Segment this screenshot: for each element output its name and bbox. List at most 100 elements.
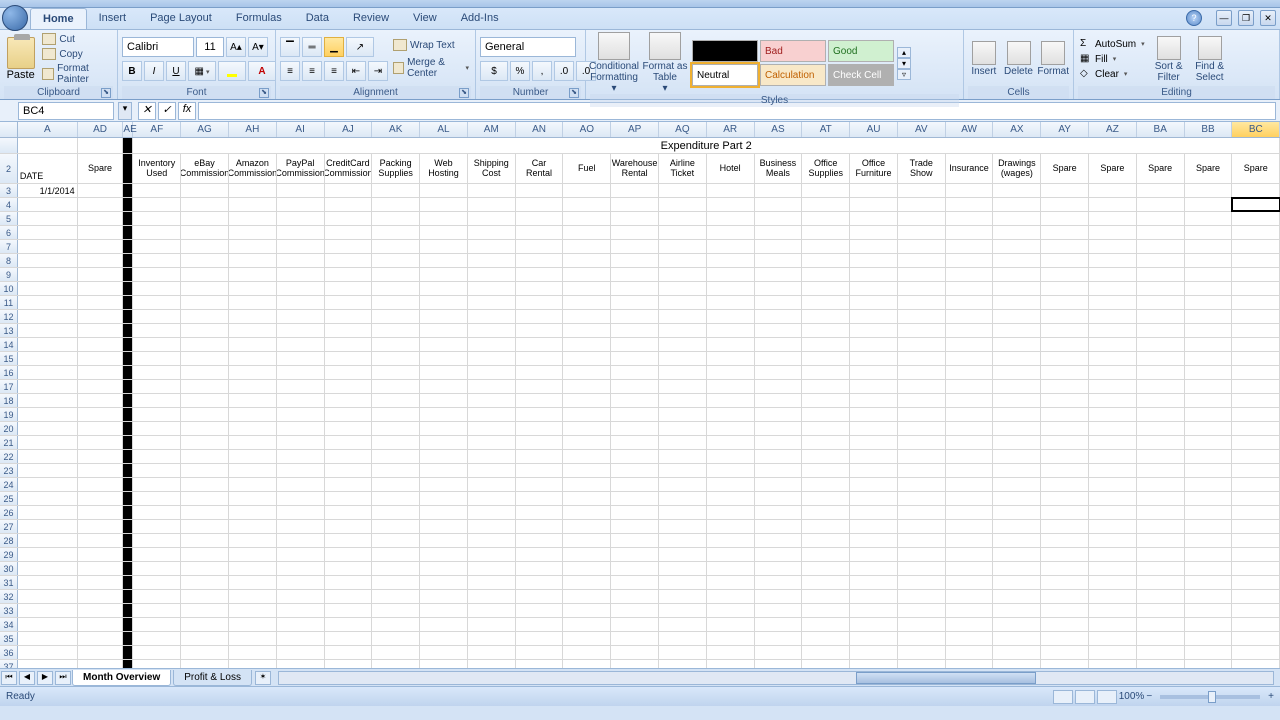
cell[interactable]: [229, 212, 277, 225]
cell[interactable]: [1089, 254, 1137, 267]
cell[interactable]: [18, 380, 78, 393]
cell[interactable]: [181, 576, 229, 589]
cell[interactable]: [1089, 226, 1137, 239]
cell[interactable]: [181, 352, 229, 365]
column-header-AK[interactable]: AK: [372, 122, 420, 137]
cell[interactable]: [755, 394, 803, 407]
cell[interactable]: [755, 380, 803, 393]
header-cell[interactable]: Spare: [1137, 154, 1185, 183]
cell[interactable]: [1041, 324, 1089, 337]
cell[interactable]: [516, 408, 564, 421]
cell[interactable]: [372, 254, 420, 267]
percent-button[interactable]: %: [510, 61, 530, 81]
cell[interactable]: [181, 618, 229, 631]
cell[interactable]: [1041, 436, 1089, 449]
styles-expand[interactable]: ▿: [897, 69, 911, 80]
cell[interactable]: [802, 310, 850, 323]
cell[interactable]: [123, 450, 133, 463]
cell[interactable]: [898, 394, 946, 407]
cell[interactable]: [1041, 198, 1089, 211]
sheet-tab-month-overview[interactable]: Month Overview: [72, 670, 171, 686]
cell[interactable]: [659, 212, 707, 225]
cell[interactable]: [1137, 282, 1185, 295]
cell[interactable]: [420, 226, 468, 239]
align-bottom-button[interactable]: ▁: [324, 37, 344, 57]
cell[interactable]: [563, 576, 611, 589]
cell[interactable]: [993, 576, 1041, 589]
cell[interactable]: [707, 436, 755, 449]
cell[interactable]: [898, 646, 946, 659]
cell[interactable]: [755, 240, 803, 253]
cell[interactable]: [123, 184, 133, 197]
cell[interactable]: [1232, 240, 1280, 253]
cell[interactable]: [1185, 422, 1233, 435]
cell[interactable]: [611, 380, 659, 393]
cell[interactable]: [229, 352, 277, 365]
column-header-AR[interactable]: AR: [707, 122, 755, 137]
cell[interactable]: [1232, 548, 1280, 561]
cell[interactable]: [1232, 618, 1280, 631]
cell[interactable]: [611, 576, 659, 589]
column-header-BB[interactable]: BB: [1185, 122, 1233, 137]
cell[interactable]: [468, 436, 516, 449]
cell[interactable]: [755, 268, 803, 281]
cell[interactable]: [1232, 268, 1280, 281]
cell[interactable]: [516, 310, 564, 323]
cell[interactable]: [325, 534, 373, 547]
cell[interactable]: [468, 184, 516, 197]
cell[interactable]: [133, 548, 181, 561]
cell[interactable]: [611, 478, 659, 491]
cell[interactable]: [78, 604, 124, 617]
cell[interactable]: [1089, 394, 1137, 407]
cell[interactable]: [563, 646, 611, 659]
cell[interactable]: [133, 660, 181, 668]
cell[interactable]: [1232, 184, 1280, 197]
cell[interactable]: [372, 436, 420, 449]
cell[interactable]: [181, 660, 229, 668]
cell[interactable]: [516, 268, 564, 281]
cell[interactable]: [1137, 562, 1185, 575]
cell[interactable]: [1089, 184, 1137, 197]
cell[interactable]: [707, 338, 755, 351]
cell[interactable]: [611, 436, 659, 449]
cell[interactable]: [18, 548, 78, 561]
cell[interactable]: [18, 660, 78, 668]
cell[interactable]: [229, 324, 277, 337]
font-name-input[interactable]: [122, 37, 194, 57]
cell[interactable]: [420, 282, 468, 295]
cell[interactable]: [516, 660, 564, 668]
cell[interactable]: [325, 324, 373, 337]
row-header-27[interactable]: 27: [0, 520, 18, 533]
cell[interactable]: [802, 506, 850, 519]
cell[interactable]: [1232, 338, 1280, 351]
column-header-A[interactable]: A: [18, 122, 78, 137]
cell[interactable]: [707, 464, 755, 477]
cell[interactable]: [468, 562, 516, 575]
cell[interactable]: [229, 422, 277, 435]
cell[interactable]: [181, 184, 229, 197]
cell[interactable]: [133, 338, 181, 351]
cell[interactable]: [1041, 268, 1089, 281]
cell[interactable]: [325, 590, 373, 603]
page-layout-view-button[interactable]: [1075, 690, 1095, 704]
cell[interactable]: [707, 254, 755, 267]
cell[interactable]: [325, 632, 373, 645]
cell[interactable]: [420, 422, 468, 435]
cell[interactable]: [755, 408, 803, 421]
cell[interactable]: [802, 576, 850, 589]
cell[interactable]: [123, 590, 133, 603]
cell[interactable]: [707, 506, 755, 519]
cell[interactable]: [516, 576, 564, 589]
cell[interactable]: [1232, 534, 1280, 547]
tab-data[interactable]: Data: [294, 8, 341, 29]
cell[interactable]: [563, 590, 611, 603]
cell[interactable]: [18, 618, 78, 631]
cell[interactable]: [123, 268, 133, 281]
cell[interactable]: [420, 464, 468, 477]
cell[interactable]: [123, 240, 133, 253]
format-as-table-button[interactable]: Format as Table▾: [641, 32, 689, 94]
cell[interactable]: [659, 226, 707, 239]
decrease-indent-button[interactable]: ⇤: [346, 61, 366, 81]
cell[interactable]: [123, 324, 133, 337]
cell[interactable]: [133, 310, 181, 323]
